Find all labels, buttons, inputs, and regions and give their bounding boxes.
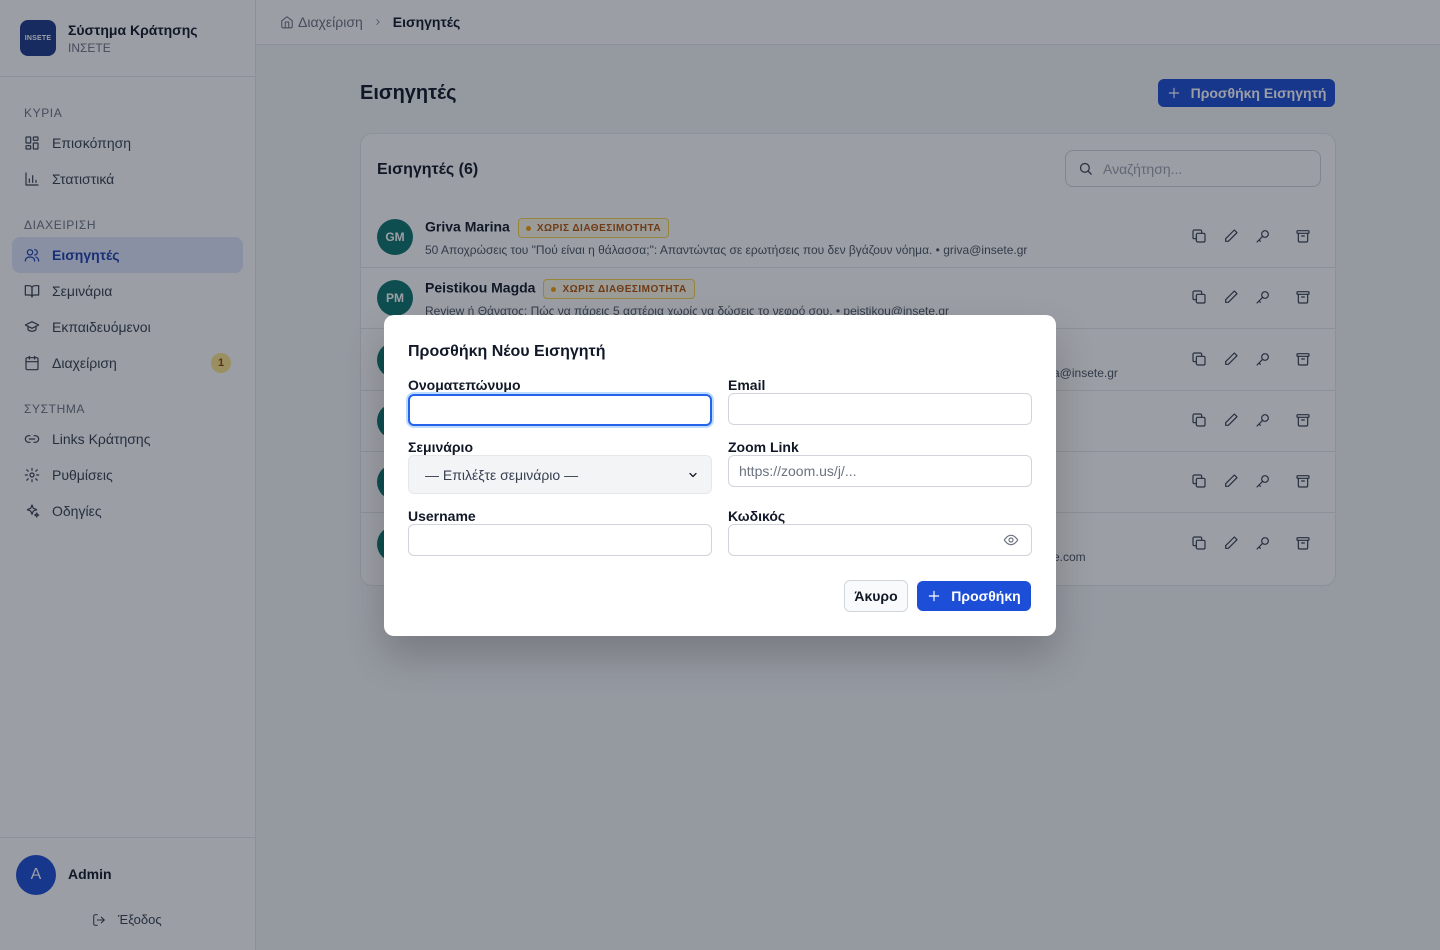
submit-add-label: Προσθήκη [951, 588, 1021, 604]
dialog-title: Προσθήκη Νέου Εισηγητή [408, 343, 606, 360]
password-field[interactable] [728, 524, 1032, 556]
zoom-link-label: Zoom Link [728, 439, 799, 455]
seminar-select[interactable]: — Επιλέξτε σεμινάριο — [408, 455, 712, 494]
plus-icon [929, 590, 940, 602]
eye-icon [1003, 534, 1019, 546]
show-password-toggle[interactable] [1003, 532, 1019, 548]
cancel-button[interactable]: Άκυρο [844, 580, 908, 612]
username-field[interactable] [408, 524, 712, 556]
seminar-label: Σεμινάριο [408, 439, 473, 455]
seminar-select-value: — Επιλέξτε σεμινάριο — [425, 466, 579, 483]
fullname-label: Ονοματεπώνυμο [408, 377, 521, 393]
email-label: Email [728, 377, 766, 393]
add-speaker-dialog: Προσθήκη Νέου Εισηγητή Ονοματεπώνυμο Ema… [384, 315, 1056, 636]
email-field[interactable] [728, 393, 1032, 425]
zoom-link-field[interactable] [728, 455, 1032, 487]
password-label: Κωδικός [728, 508, 786, 524]
chevron-down-icon [689, 472, 697, 477]
submit-add-button[interactable]: Προσθήκη [917, 581, 1031, 611]
fullname-field[interactable] [408, 394, 712, 426]
username-label: Username [408, 508, 476, 524]
